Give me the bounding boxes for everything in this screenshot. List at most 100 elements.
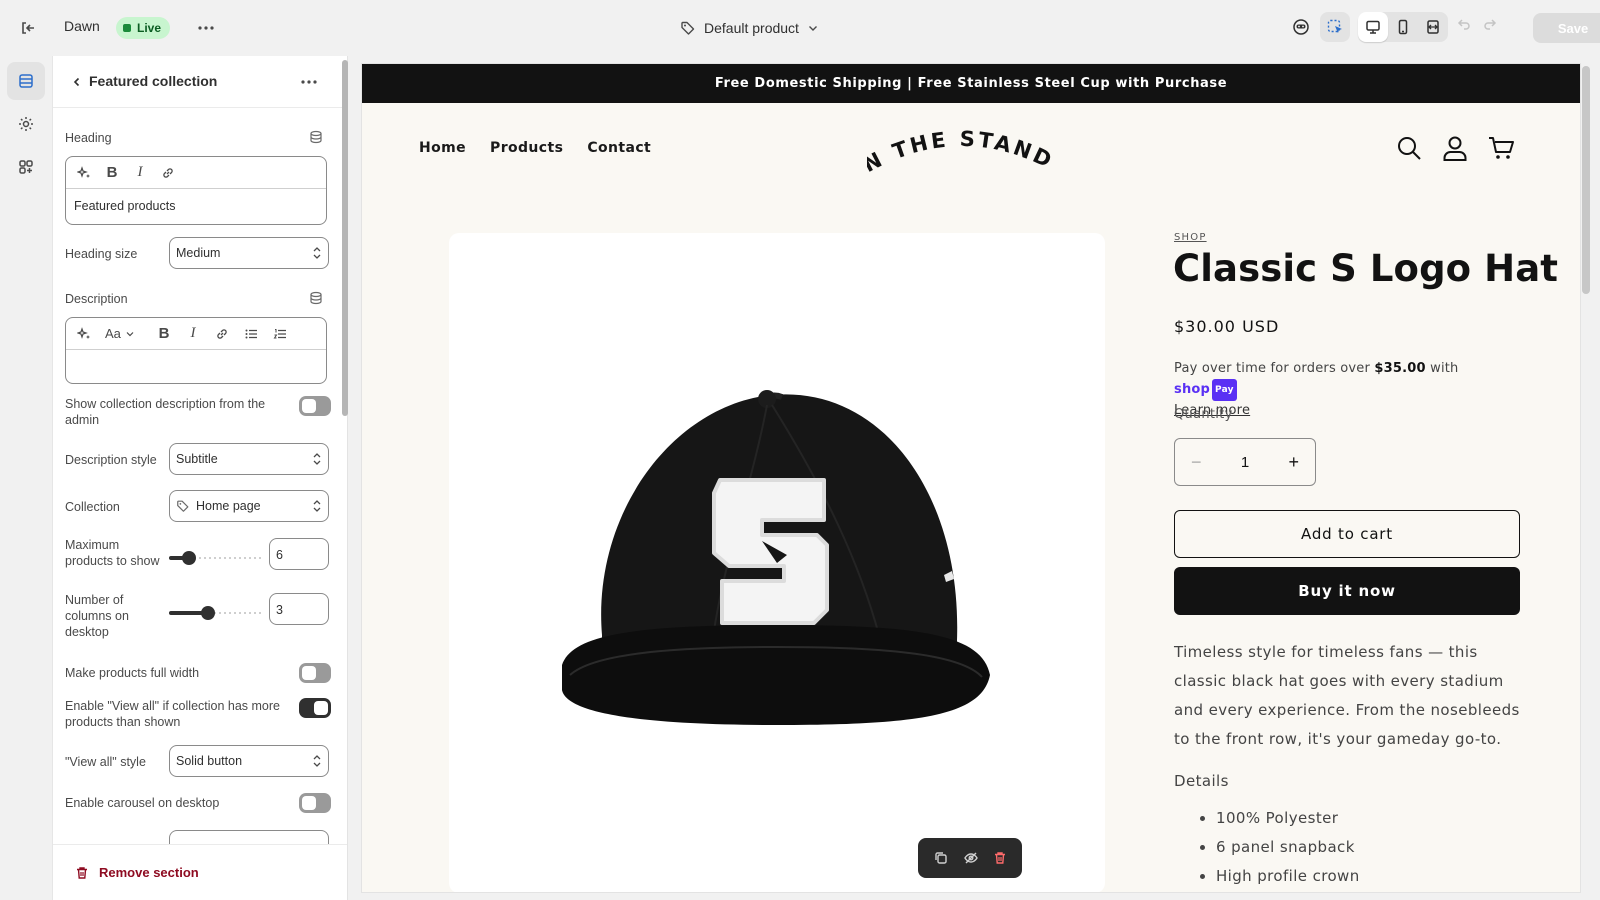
numbered-list-icon[interactable] (272, 326, 288, 342)
tag-icon (680, 20, 696, 36)
shop-pay-word: shop (1174, 382, 1211, 397)
columns-input[interactable]: 3 (269, 593, 329, 625)
bullet-list-icon[interactable] (243, 326, 259, 342)
delete-trash-icon[interactable] (993, 851, 1007, 865)
search-icon[interactable] (1395, 134, 1423, 162)
mobile-view-icon[interactable] (1388, 12, 1418, 42)
product-price: $30.00 USD (1174, 317, 1280, 336)
text-style-dropdown[interactable]: Aa (105, 326, 143, 342)
save-button[interactable]: Save (1533, 13, 1600, 43)
ai-sparkle-icon[interactable] (76, 165, 92, 181)
chevron-down-icon (807, 22, 819, 34)
dynamic-source-database-icon[interactable] (309, 130, 325, 146)
bold-icon[interactable]: B (104, 164, 120, 181)
link-icon[interactable] (160, 165, 176, 181)
theme-more-actions-icon[interactable] (194, 16, 218, 40)
collection-label: Collection (65, 500, 120, 514)
heading-input[interactable]: Featured products (66, 189, 326, 223)
live-dot-icon (123, 24, 131, 32)
details-heading: Details (1174, 772, 1229, 790)
undo-icon[interactable] (1456, 16, 1472, 32)
italic-icon[interactable]: I (185, 325, 201, 342)
view-all-toggle[interactable] (299, 698, 331, 718)
heading-label: Heading (65, 131, 112, 145)
ai-sparkle-icon[interactable] (76, 326, 92, 342)
quantity-minus-button[interactable]: − (1191, 452, 1202, 473)
quantity-value[interactable]: 1 (1241, 454, 1249, 471)
slider-knob[interactable] (200, 606, 215, 620)
collection-value: Home page (196, 499, 261, 513)
nav-products[interactable]: Products (490, 140, 563, 156)
cart-icon[interactable] (1487, 134, 1515, 162)
preview-scrollbar[interactable] (1582, 66, 1590, 294)
heading-toolbar: B I (66, 157, 326, 189)
hide-eye-icon[interactable] (963, 850, 979, 866)
view-all-style-label: "View all" style (65, 755, 146, 769)
text-style-label: Aa (105, 326, 121, 341)
theme-name[interactable]: Dawn (64, 18, 100, 34)
italic-icon[interactable]: I (132, 164, 148, 181)
select-chevrons-icon (312, 452, 322, 466)
description-style-select[interactable]: Subtitle (169, 443, 329, 475)
announcement-bar[interactable]: Free Domestic Shipping | Free Stainless … (362, 64, 1580, 103)
nav-home[interactable]: Home (419, 140, 466, 156)
columns-slider[interactable] (169, 603, 261, 623)
editor-left-rail (0, 56, 52, 900)
section-more-actions-icon[interactable] (297, 70, 321, 94)
heading-size-value: Medium (176, 246, 221, 260)
collection-picker[interactable]: Home page (169, 490, 329, 522)
max-products-input[interactable]: 6 (269, 538, 329, 570)
slider-knob[interactable] (182, 551, 197, 565)
theme-settings-gear-icon[interactable] (7, 105, 45, 143)
sections-icon[interactable] (7, 62, 45, 100)
full-width-toggle[interactable] (299, 663, 331, 683)
full-width-view-icon[interactable] (1418, 12, 1448, 42)
history-controls (1456, 16, 1498, 32)
remove-section-button[interactable]: Remove section (75, 865, 199, 880)
redo-icon[interactable] (1482, 16, 1498, 32)
product-title: Classic S Logo Hat (1173, 247, 1559, 290)
template-name: Default product (704, 20, 799, 36)
installments-with: with (1430, 361, 1459, 376)
dynamic-source-database-icon[interactable] (309, 291, 325, 307)
carousel-toggle[interactable] (299, 793, 331, 813)
back-chevron-icon[interactable] (65, 70, 89, 94)
heading-rich-text-editor: B I Featured products (65, 156, 327, 225)
store-logo[interactable]: IN THE STANDS (867, 127, 1057, 172)
max-products-slider[interactable] (169, 548, 261, 568)
exit-icon[interactable] (16, 16, 40, 40)
sidekick-icon[interactable] (1286, 12, 1316, 42)
quantity-plus-button[interactable]: + (1288, 452, 1299, 473)
buy-now-button[interactable]: Buy it now (1174, 567, 1520, 615)
panel-title: Featured collection (89, 73, 218, 89)
view-all-style-select[interactable]: Solid button (169, 745, 329, 777)
full-width-label: Make products full width (65, 666, 200, 680)
bold-icon[interactable]: B (156, 325, 172, 342)
shop-pay-logo: shop Pay (1174, 379, 1237, 401)
description-label: Description (65, 292, 128, 306)
panel-scrollbar[interactable] (342, 60, 348, 416)
nav-contact[interactable]: Contact (587, 140, 651, 156)
duplicate-icon[interactable] (933, 850, 949, 866)
inspector-select-icon[interactable] (1320, 12, 1350, 42)
template-selector[interactable]: Default product (680, 14, 819, 42)
desktop-view-icon[interactable] (1358, 12, 1388, 42)
account-icon[interactable] (1441, 134, 1469, 162)
add-to-cart-button[interactable]: Add to cart (1174, 510, 1520, 558)
description-style-value: Subtitle (176, 452, 218, 466)
editor-topbar: Dawn Live Default product Save (0, 0, 1600, 56)
section-settings-panel: Featured collection Heading B I Featured… (52, 56, 348, 900)
app-embeds-icon[interactable] (7, 148, 45, 186)
details-list: 100% Polyester 6 panel snapback High pro… (1216, 804, 1360, 891)
columns-label: Number of columns on desktop (65, 593, 129, 639)
view-all-style-value: Solid button (176, 754, 243, 768)
description-input[interactable] (66, 350, 326, 384)
heading-size-select[interactable]: Medium (169, 237, 329, 269)
show-description-label: Show collection description from the adm… (65, 397, 266, 427)
product-image-card[interactable] (449, 233, 1105, 892)
product-vendor[interactable]: SHOP (1174, 232, 1207, 243)
details-list-item: High profile crown (1216, 862, 1360, 891)
show-description-toggle[interactable] (299, 396, 331, 416)
link-icon[interactable] (214, 326, 230, 342)
description-toolbar: Aa B I (66, 318, 326, 350)
